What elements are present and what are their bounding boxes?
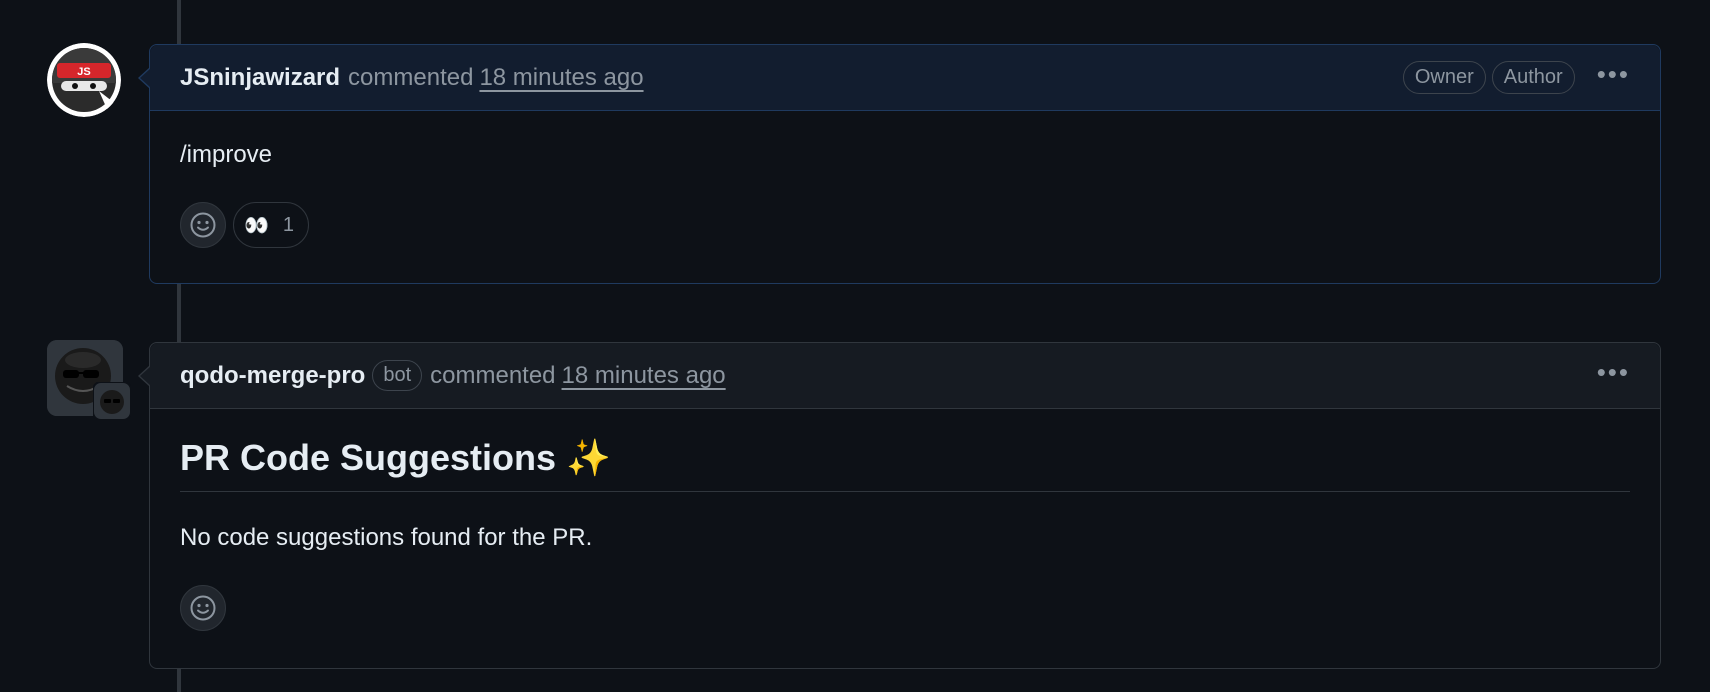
- comment-jsninjawizard: JSninjawizard commented 18 minutes ago O…: [138, 44, 1661, 284]
- bot-badge-icon: [93, 382, 131, 420]
- comment-header: qodo-merge-pro bot commented 18 minutes …: [150, 343, 1660, 409]
- comment-text: /improve: [180, 141, 273, 168]
- comment-heading: PR Code Suggestions ✨: [180, 437, 1630, 492]
- smiley-icon: [190, 595, 216, 621]
- owner-label: Owner: [1402, 61, 1486, 94]
- comment-body: /improve 👀 1: [150, 111, 1660, 248]
- svg-text:JS: JS: [77, 66, 90, 78]
- add-reaction-button[interactable]: [180, 585, 226, 631]
- comment-timestamp[interactable]: 18 minutes ago: [479, 64, 643, 92]
- comment-timestamp[interactable]: 18 minutes ago: [562, 362, 726, 390]
- add-reaction-button[interactable]: [180, 202, 226, 248]
- comment-caret-inner: [140, 366, 151, 386]
- comment-body: PR Code Suggestions ✨ No code suggestion…: [150, 409, 1660, 631]
- comment-action: commented: [430, 361, 556, 389]
- eyes-emoji: 👀: [244, 214, 269, 237]
- timeline-line-bottom: [177, 668, 181, 692]
- author-label: Author: [1491, 61, 1575, 94]
- pr-timeline: JS JSninjawizard commented 18 minutes ag…: [0, 0, 1710, 692]
- comment-qodo-merge-pro: qodo-merge-pro bot commented 18 minutes …: [138, 342, 1661, 669]
- heading-text: PR Code Suggestions: [180, 437, 557, 478]
- comment-caret-inner: [140, 68, 151, 88]
- ninja-avatar-icon: JS: [47, 43, 121, 117]
- reaction-count: 1: [282, 213, 295, 236]
- comment-text: No code suggestions found for the PR.: [180, 524, 593, 551]
- kebab-horizontal-icon[interactable]: •••: [1597, 61, 1630, 87]
- timeline-line-top: [177, 0, 181, 44]
- timeline-line-middle: [177, 284, 181, 342]
- reactions-bar: [180, 585, 1630, 631]
- comment-author[interactable]: qodo-merge-pro: [180, 362, 365, 390]
- kebab-horizontal-icon[interactable]: •••: [1597, 359, 1630, 385]
- sparkles-emoji: ✨: [566, 437, 611, 478]
- avatar-jsninjawizard[interactable]: JS: [47, 43, 121, 117]
- reactions-bar: 👀 1: [180, 202, 1630, 248]
- smiley-icon: [190, 212, 216, 238]
- reaction-eyes[interactable]: 👀 1: [233, 202, 310, 248]
- comment-header: JSninjawizard commented 18 minutes ago O…: [150, 45, 1660, 111]
- bot-label: bot: [372, 360, 423, 391]
- comment-action: commented: [348, 63, 474, 91]
- avatar-qodo-merge-pro[interactable]: [47, 340, 131, 420]
- comment-author[interactable]: JSninjawizard: [180, 64, 340, 92]
